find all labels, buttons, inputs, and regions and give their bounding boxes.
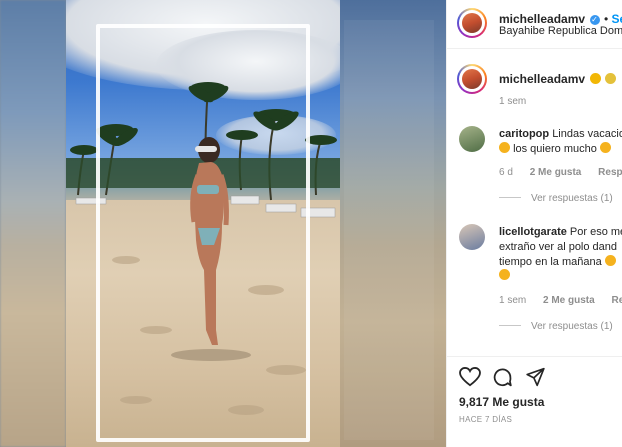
author-avatar[interactable] bbox=[457, 8, 487, 38]
post-photo bbox=[66, 0, 340, 447]
emoji-icon bbox=[604, 73, 616, 84]
comment-line: licellotgarate Por eso me bbox=[499, 224, 622, 240]
post-side-panel: michelleadamv ✓ • Segu Bayahibe Republic… bbox=[446, 0, 622, 447]
comment-text-continued: tiempo en la mañana bbox=[499, 256, 602, 268]
share-icon[interactable] bbox=[525, 367, 546, 387]
post-actions: 9,817 Me gusta HACE 7 DÍAS bbox=[447, 356, 622, 447]
comment-username[interactable]: licellotgarate bbox=[499, 226, 567, 238]
likes-count[interactable]: 9,817 Me gusta bbox=[459, 395, 544, 409]
smile-emoji-icon bbox=[604, 255, 616, 266]
heart-icon[interactable] bbox=[459, 367, 481, 387]
comment-likes[interactable]: 2 Me gusta bbox=[530, 167, 582, 178]
comment-time[interactable]: 6 d bbox=[499, 167, 513, 178]
commenter-avatar[interactable] bbox=[459, 126, 485, 152]
reply-button[interactable]: Resp bbox=[611, 295, 622, 306]
author-username[interactable]: michelleadamv bbox=[499, 12, 585, 26]
comment-text: Por eso me bbox=[569, 226, 622, 238]
post-date: HACE 7 DÍAS bbox=[459, 415, 513, 424]
blurred-background-right bbox=[340, 0, 446, 447]
comment-text-continued: extraño ver al polo dand bbox=[499, 241, 618, 253]
blurred-background-left bbox=[0, 0, 66, 447]
caption-username[interactable]: michelleadamv bbox=[499, 72, 585, 86]
verified-icon: ✓ bbox=[589, 15, 600, 25]
view-replies-button[interactable]: Ver respuestas (1) bbox=[499, 193, 613, 204]
caption-author-avatar[interactable] bbox=[457, 64, 487, 94]
view-replies-button[interactable]: Ver respuestas (1) bbox=[499, 321, 613, 332]
comment-time[interactable]: 1 sem bbox=[499, 295, 526, 306]
comment-line: caritopop Lindas vacacio bbox=[499, 126, 622, 142]
laugh-emoji-icon bbox=[499, 269, 510, 280]
sun-emoji-icon bbox=[589, 73, 601, 84]
comment-icon[interactable] bbox=[492, 367, 513, 388]
caption-time[interactable]: 1 sem bbox=[499, 96, 526, 107]
follow-button[interactable]: Segu bbox=[612, 12, 622, 26]
heart-eyes-emoji-icon bbox=[499, 142, 510, 153]
commenter-avatar[interactable] bbox=[459, 224, 485, 250]
photo-frame-overlay bbox=[96, 24, 310, 442]
post-photo-area[interactable] bbox=[0, 0, 446, 447]
comment-username[interactable]: caritopop bbox=[499, 128, 549, 140]
reply-button[interactable]: Respo bbox=[598, 167, 622, 178]
comment-likes[interactable]: 2 Me gusta bbox=[543, 295, 595, 306]
post-location[interactable]: Bayahibe Republica Dominica bbox=[499, 25, 622, 37]
comment-text: Lindas vacacio bbox=[552, 128, 622, 140]
emoji-icon bbox=[599, 142, 611, 153]
comment-text-continued: los quiero mucho bbox=[513, 143, 597, 155]
post-header: michelleadamv ✓ • Segu Bayahibe Republic… bbox=[447, 0, 622, 49]
